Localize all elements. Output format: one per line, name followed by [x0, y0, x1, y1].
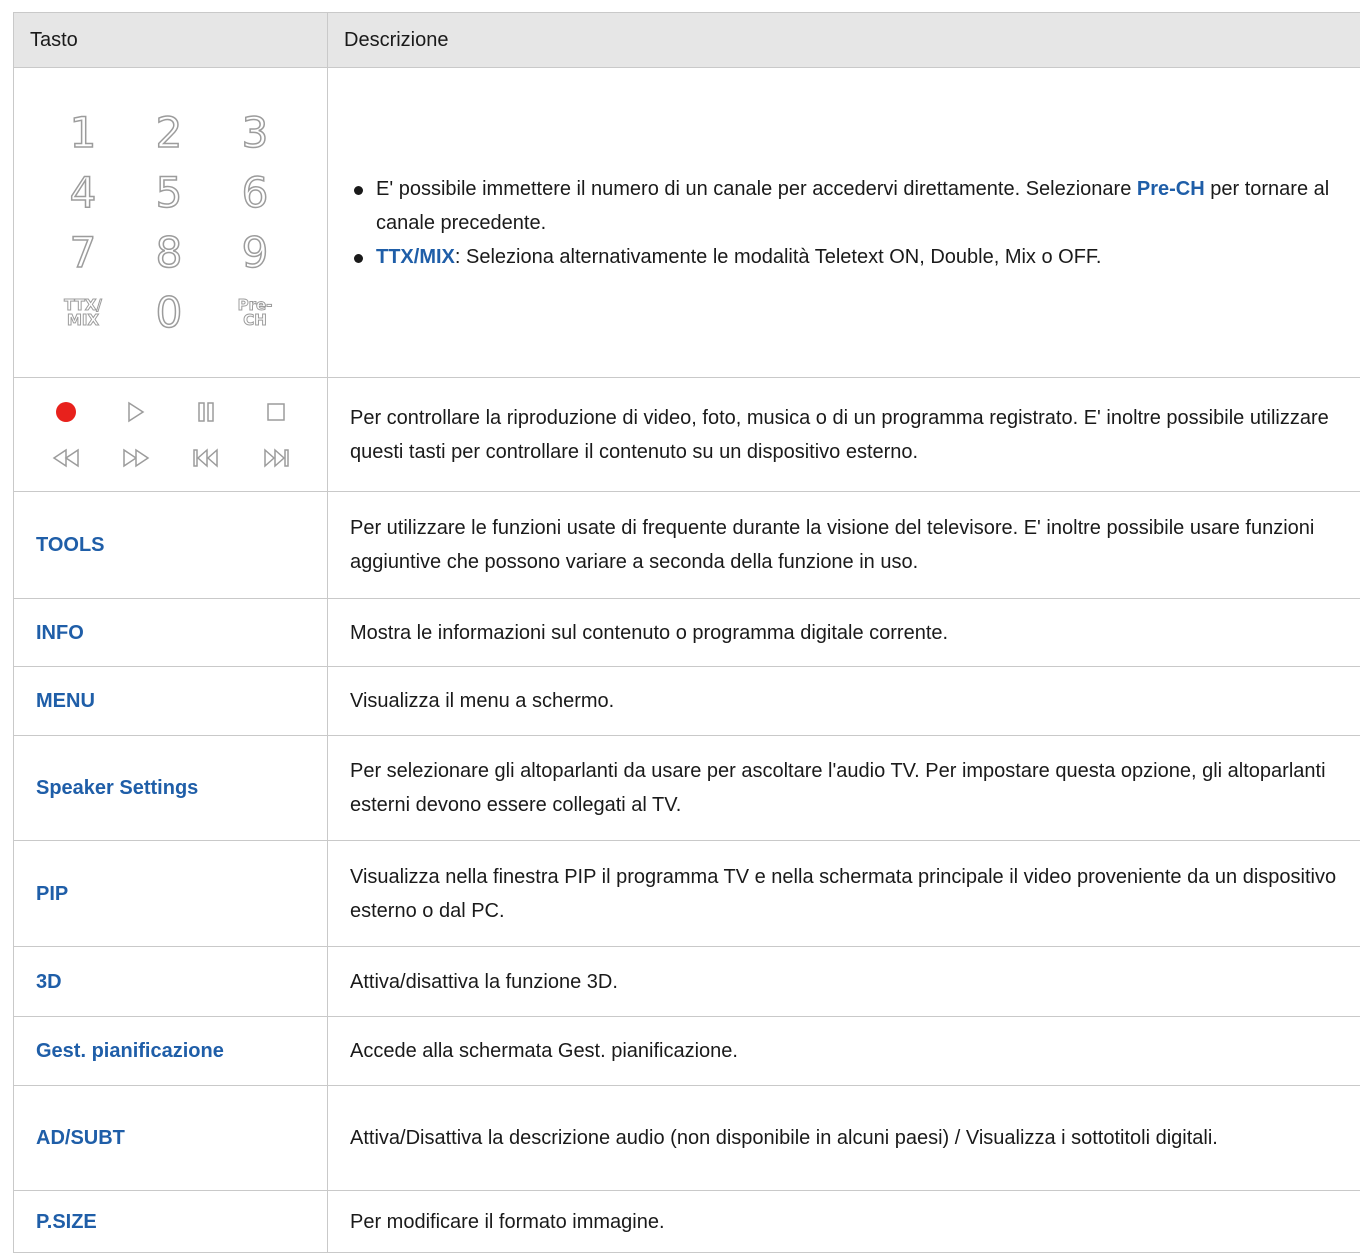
bullet-text: E' possibile immettere il numero di un c… [376, 177, 1137, 200]
key-tools: TOOLS [13, 491, 328, 599]
rewind-icon [31, 435, 101, 481]
table-row-numpad: 1 2 3 4 5 6 7 8 9 TTX/ MIX 0 Pre- CH E' … [13, 67, 1360, 378]
skip-forward-icon [241, 435, 311, 481]
row-description: Accede alla schermata Gest. pianificazio… [327, 1016, 1360, 1086]
header-key: Tasto [13, 13, 328, 68]
table-row: AD/SUBT Attiva/Disattiva la descrizione … [13, 1085, 1360, 1191]
table-row: INFO Mostra le informazioni sul contenut… [13, 598, 1360, 667]
table-row: TOOLS Per utilizzare le funzioni usate d… [13, 491, 1360, 599]
row-description: Per selezionare gli altoparlanti da usar… [327, 735, 1360, 841]
numpad-description: E' possibile immettere il numero di un c… [327, 67, 1360, 378]
record-icon [31, 389, 101, 435]
table-row: MENU Visualizza il menu a schermo. [13, 666, 1360, 736]
numpad-keys: 1 2 3 4 5 6 7 8 9 TTX/ MIX 0 Pre- CH [13, 67, 328, 378]
digit-0-icon: 0 [155, 287, 183, 338]
digit-3-icon: 3 [241, 107, 269, 158]
digit-9-icon: 9 [241, 227, 269, 278]
row-description: Visualizza nella finestra PIP il program… [327, 840, 1360, 947]
row-description: Per utilizzare le funzioni usate di freq… [327, 491, 1360, 599]
prech-key-label: Pre-CH [1136, 177, 1205, 200]
pause-icon [171, 389, 241, 435]
media-description: Per controllare la riproduzione di video… [327, 377, 1360, 492]
stop-icon [241, 389, 311, 435]
digit-5-icon: 5 [155, 167, 183, 218]
row-description: Per modificare il formato immagine. [327, 1190, 1360, 1253]
table-row-media: Per controllare la riproduzione di video… [13, 377, 1360, 492]
row-description: Mostra le informazioni sul contenuto o p… [327, 598, 1360, 667]
remote-keys-table: Tasto Descrizione 1 2 3 4 5 6 7 8 9 TTX/ [13, 13, 1360, 1253]
table-row: 3D Attiva/disattiva la funzione 3D. [13, 946, 1360, 1017]
digit-1-icon: 1 [69, 107, 97, 158]
key-gest-pianificazione: Gest. pianificazione [13, 1016, 328, 1086]
key-pip: PIP [13, 840, 328, 947]
table-row: Gest. pianificazione Accede alla scherma… [13, 1016, 1360, 1086]
row-description: Visualizza il menu a schermo. [327, 666, 1360, 736]
table-row: P.SIZE Per modificare il formato immagin… [13, 1190, 1360, 1253]
key-ad-subt: AD/SUBT [13, 1085, 328, 1191]
ttx-mix-icon: TTX/ MIX [40, 283, 126, 343]
table-row: PIP Visualizza nella finestra PIP il pro… [13, 840, 1360, 947]
mix-label: MIX [66, 310, 100, 329]
key-info: INFO [13, 598, 328, 667]
bullet-item: TTX/MIX: Seleziona alternativamente le m… [340, 240, 1353, 274]
row-description: Attiva/disattiva la funzione 3D. [327, 946, 1360, 1017]
fast-forward-icon [101, 435, 171, 481]
key-speaker-settings: Speaker Settings [13, 735, 328, 841]
digit-2-icon: 2 [155, 107, 183, 158]
row-description: Attiva/Disattiva la descrizione audio (n… [327, 1085, 1360, 1191]
numpad-bullets: E' possibile immettere il numero di un c… [340, 172, 1353, 274]
numpad: 1 2 3 4 5 6 7 8 9 TTX/ MIX 0 Pre- CH [40, 103, 327, 343]
bullet-item: E' possibile immettere il numero di un c… [340, 172, 1353, 240]
play-icon [101, 389, 171, 435]
key-p-size: P.SIZE [13, 1190, 328, 1253]
table-header: Tasto Descrizione [13, 13, 1360, 68]
bullet-text: : Seleziona alternativamente le modalità… [454, 245, 1102, 268]
media-keys [13, 377, 328, 492]
ttx-mix-key-label: TTX/MIX [376, 245, 455, 268]
header-description: Descrizione [327, 13, 1360, 68]
table-row: Speaker Settings Per selezionare gli alt… [13, 735, 1360, 841]
media-buttons [31, 389, 327, 481]
digit-6-icon: 6 [241, 167, 269, 218]
pre-ch-icon: Pre- CH [212, 283, 298, 343]
key-menu: MENU [13, 666, 328, 736]
key-3d: 3D [13, 946, 328, 1017]
digit-4-icon: 4 [69, 167, 97, 218]
digit-8-icon: 8 [155, 227, 183, 278]
digit-7-icon: 7 [69, 227, 97, 278]
ch-label: CH [243, 310, 268, 329]
skip-back-icon [171, 435, 241, 481]
